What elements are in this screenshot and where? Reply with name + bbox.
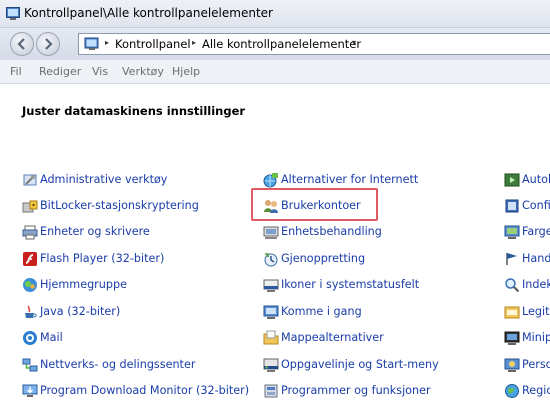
mail-icon bbox=[23, 331, 37, 345]
forward-button[interactable] bbox=[36, 32, 60, 56]
control-panel-icon bbox=[84, 37, 99, 50]
tray-icons-icon bbox=[263, 279, 279, 292]
address-bar[interactable]: ▸ Kontrollpanel ▸ Alle kontrollpanelelem… bbox=[78, 33, 550, 55]
printer-icon bbox=[22, 225, 38, 240]
highlight-box bbox=[251, 188, 378, 221]
taskbar-icon bbox=[263, 358, 279, 372]
indexing-icon bbox=[505, 278, 520, 293]
content-pane: Juster datamaskinens innstillinger Admin… bbox=[0, 85, 550, 400]
internet-options-icon bbox=[263, 173, 278, 188]
programs-mini-icon bbox=[504, 331, 520, 345]
menu-vis[interactable]: Vis bbox=[92, 65, 108, 78]
menu-rediger[interactable]: Rediger bbox=[39, 65, 81, 78]
download-monitor-icon bbox=[22, 384, 38, 397]
chevron-right-icon[interactable]: ▸ bbox=[105, 38, 109, 47]
network-icon bbox=[22, 358, 38, 372]
credentials-icon bbox=[504, 306, 520, 319]
chevron-down-icon[interactable]: ▾ bbox=[352, 38, 356, 47]
title-bar: Kontrollpanel\Alle kontrollpanelelemente… bbox=[0, 0, 550, 28]
window-title: Kontrollpanel\Alle kontrollpanelelemente… bbox=[24, 6, 273, 20]
homegroup-icon bbox=[23, 278, 37, 292]
navigation-bar: ▸ Kontrollpanel ▸ Alle kontrollpanelelem… bbox=[0, 28, 550, 60]
admin-tools-icon bbox=[23, 174, 37, 186]
chevron-right-icon[interactable]: ▸ bbox=[192, 38, 196, 47]
arrow-right-icon bbox=[45, 38, 53, 50]
back-button[interactable] bbox=[10, 32, 34, 56]
getting-started-icon bbox=[263, 305, 279, 319]
recovery-icon bbox=[264, 253, 278, 267]
personalize-icon bbox=[504, 358, 520, 372]
menu-hjelp[interactable]: Hjelp bbox=[172, 65, 200, 78]
device-manager-icon bbox=[263, 226, 279, 239]
config-icon bbox=[505, 199, 519, 213]
programs-icon bbox=[264, 384, 278, 398]
action-center-icon bbox=[506, 253, 517, 265]
autoplay-icon bbox=[504, 173, 520, 187]
menu-bar: Fil Rediger Vis Verktøy Hjelp bbox=[0, 60, 550, 84]
region-icon bbox=[505, 384, 519, 398]
breadcrumb-alle-elementer[interactable]: Alle kontrollpanelelementer bbox=[202, 37, 361, 51]
folder-options-icon bbox=[263, 330, 279, 345]
bitlocker-icon bbox=[22, 200, 38, 213]
menu-fil[interactable]: Fil bbox=[10, 65, 22, 78]
breadcrumb-kontrollpanel[interactable]: Kontrollpanel bbox=[115, 37, 191, 51]
control-panel-icon bbox=[6, 7, 20, 20]
java-icon bbox=[25, 305, 37, 318]
color-icon bbox=[504, 225, 520, 239]
flash-icon bbox=[23, 252, 37, 266]
menu-verktoy[interactable]: Verktøy bbox=[122, 65, 164, 78]
page-title: Juster datamaskinens innstillinger bbox=[22, 104, 246, 118]
arrow-left-icon bbox=[17, 38, 25, 50]
